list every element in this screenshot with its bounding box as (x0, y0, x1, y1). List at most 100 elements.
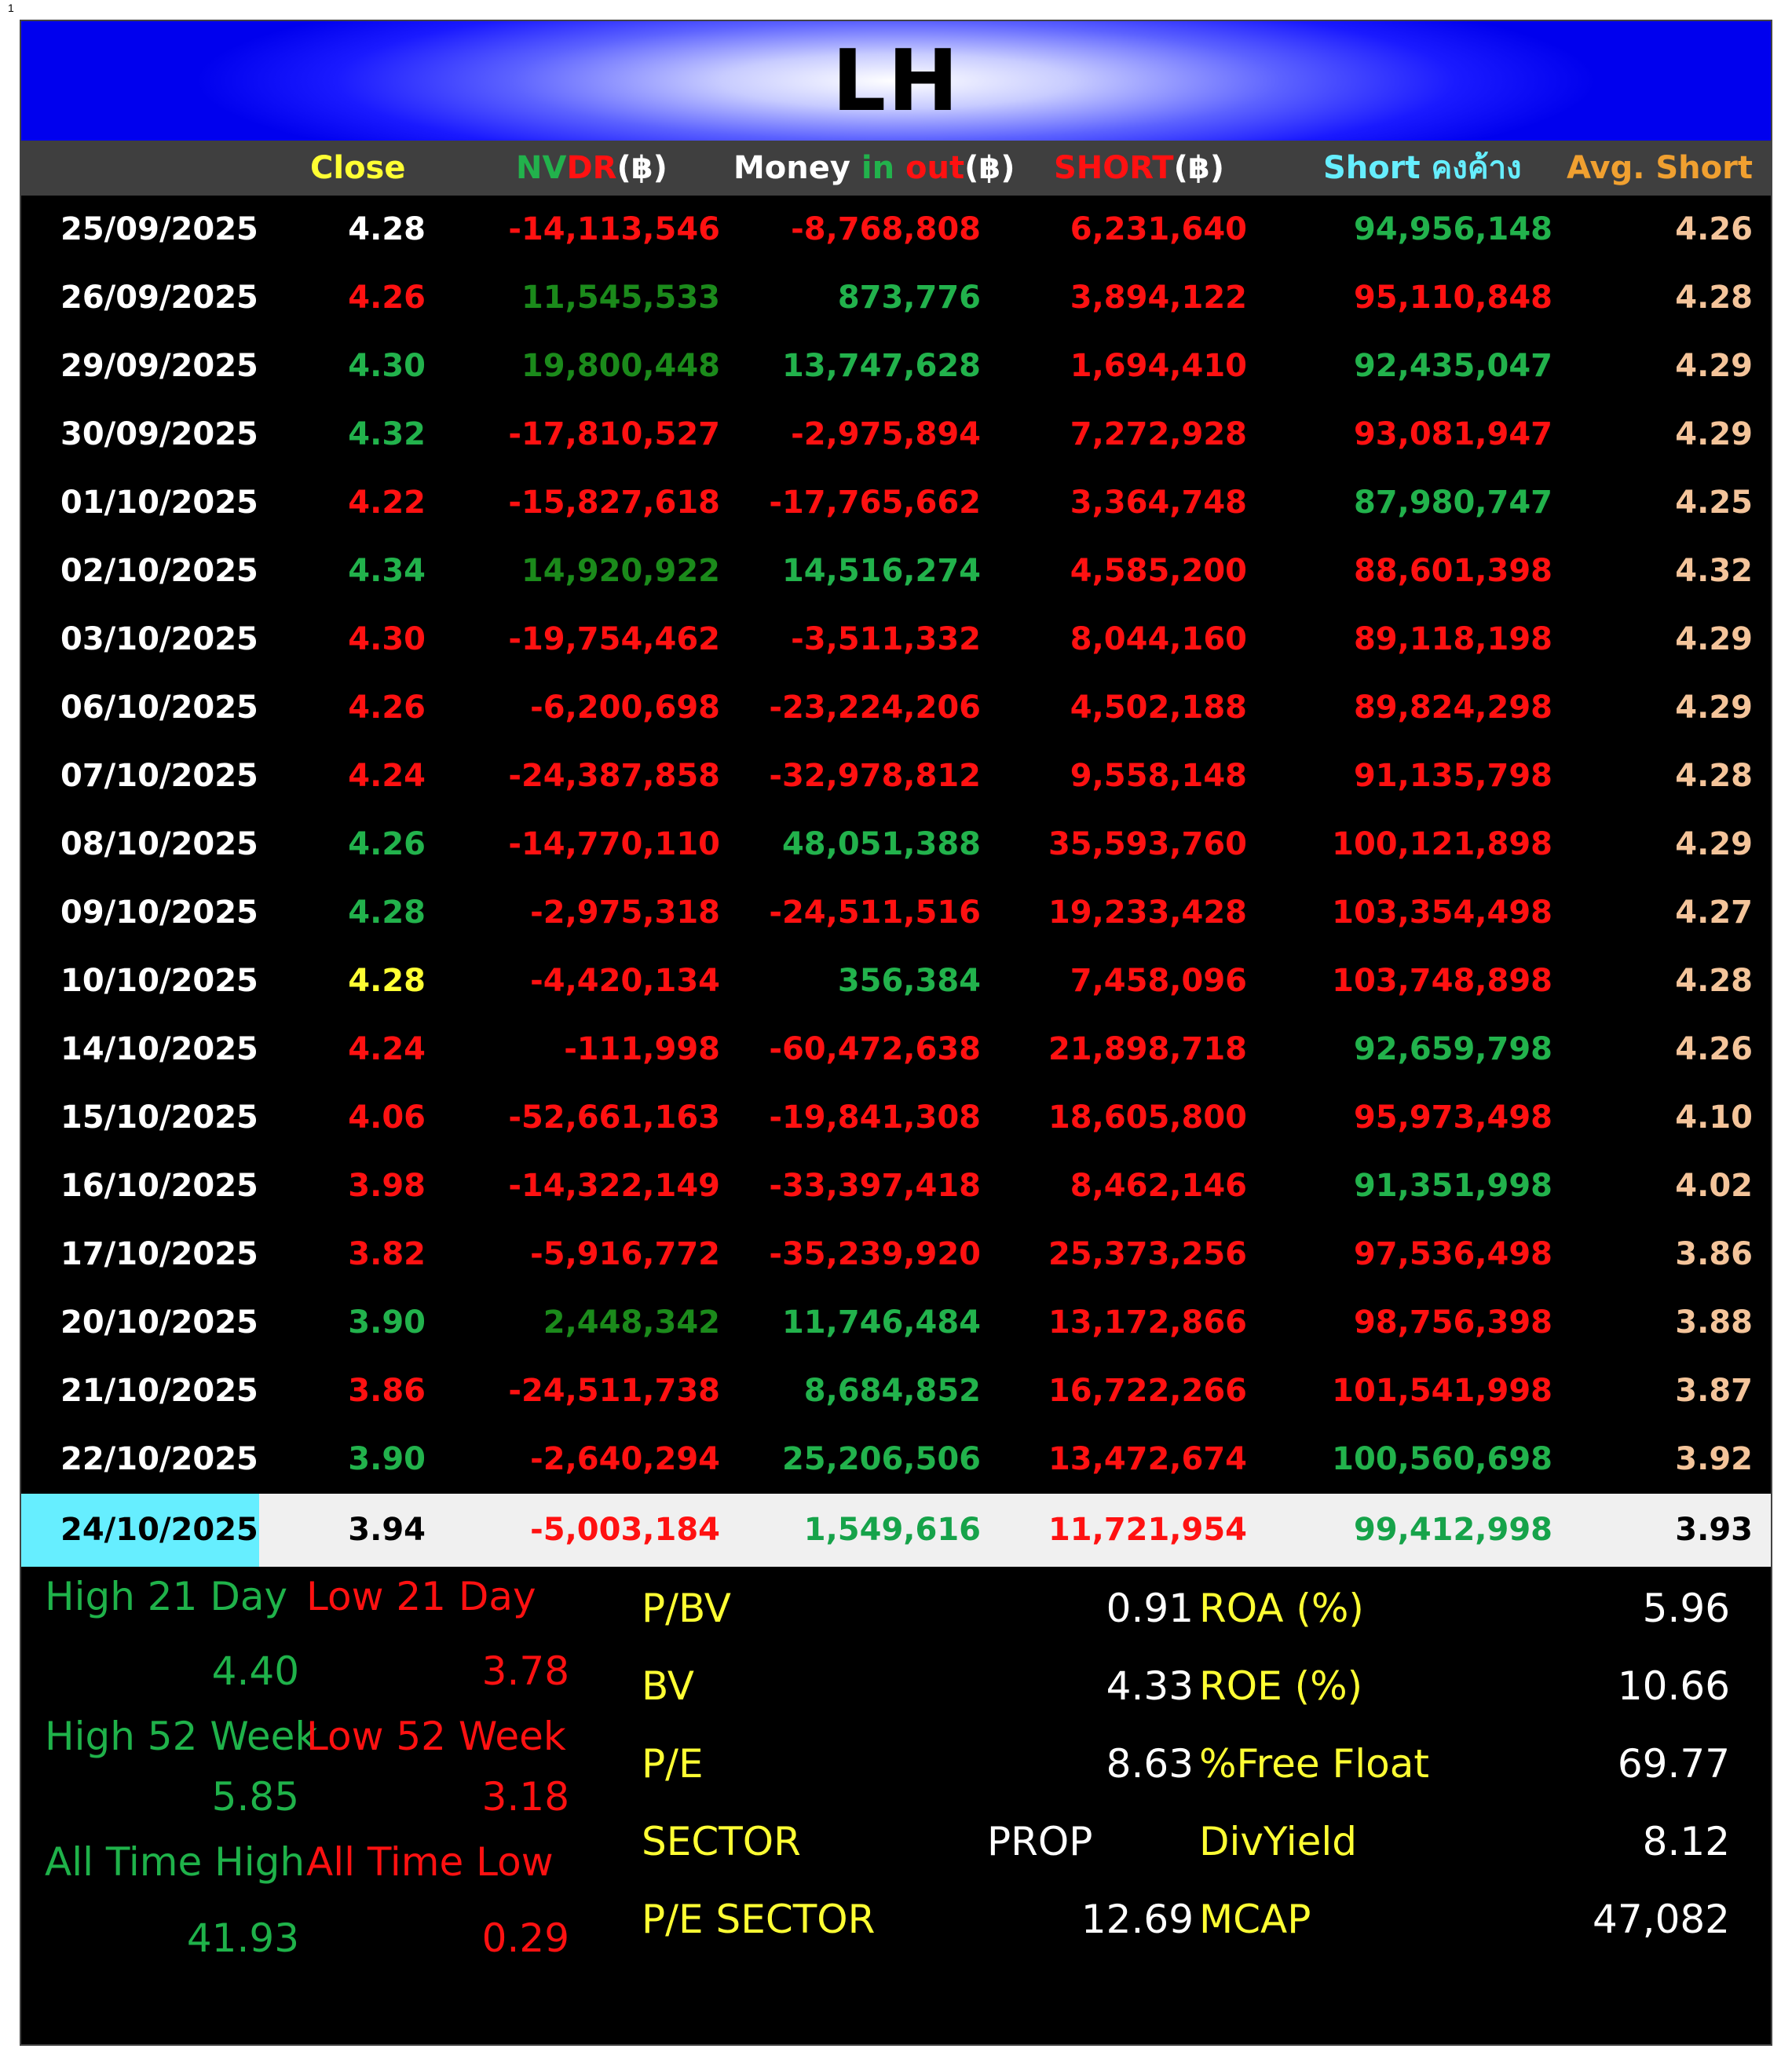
header-outstanding-part: คงค้าง (1431, 150, 1522, 186)
short-outstanding-cell: 94,956,148 (1353, 211, 1552, 247)
header-nvdr: NVDR(฿) (516, 141, 667, 196)
avg-short-cell: 3.93 (1675, 1512, 1753, 1548)
high21-value: 4.40 (211, 1648, 299, 1694)
stat-value: 12.69 (1081, 1897, 1194, 1942)
table-row: 03/10/2025 4.30 -19,754,462 -3,511,332 8,044… (21, 605, 1771, 674)
close-cell: 3.86 (348, 1373, 426, 1409)
short-cell: 8,044,160 (1070, 621, 1247, 657)
close-cell: 4.28 (348, 963, 426, 999)
avg-short-cell: 4.28 (1675, 963, 1753, 999)
close-cell: 4.30 (348, 348, 426, 384)
short-cell: 6,231,640 (1070, 211, 1247, 247)
low52-value: 3.18 (481, 1774, 569, 1820)
avg-short-cell: 4.02 (1675, 1168, 1753, 1204)
low52-label: Low 52 Week (306, 1714, 566, 1759)
close-cell: 4.24 (348, 758, 426, 794)
header-outstanding: Short คงค้าง (1323, 141, 1522, 196)
date-cell: 09/10/2025 (60, 894, 258, 931)
short-outstanding-cell: 87,980,747 (1353, 485, 1552, 521)
table-row: 07/10/2025 4.24 -24,387,858 -32,978,812 9,55… (21, 742, 1771, 810)
date-cell: 08/10/2025 (60, 826, 258, 862)
stat-label: SECTOR (642, 1819, 801, 1864)
stat-value: PROP (987, 1819, 1093, 1864)
stat-label: P/E (642, 1741, 704, 1787)
money-flow-cell: -33,397,418 (769, 1168, 981, 1204)
avg-short-cell: 4.32 (1675, 553, 1753, 589)
table-row: 17/10/2025 3.82 -5,916,772 -35,239,920 25,37… (21, 1220, 1771, 1289)
date-cell: 25/09/2025 (60, 211, 258, 247)
short-cell: 7,458,096 (1070, 963, 1247, 999)
money-flow-cell: 873,776 (837, 280, 981, 316)
header-money-part: in (861, 150, 906, 186)
date-cell: 07/10/2025 (60, 758, 258, 794)
nvdr-cell: 14,920,922 (521, 553, 720, 589)
money-flow-cell: 1,549,616 (803, 1512, 981, 1548)
short-cell: 8,462,146 (1070, 1168, 1247, 1204)
stat-label: DivYield (1199, 1819, 1358, 1864)
money-flow-cell: 48,051,388 (781, 826, 981, 862)
nvdr-cell: -14,770,110 (508, 826, 720, 862)
stat-value: 4.33 (1106, 1663, 1194, 1709)
date-cell: 10/10/2025 (60, 963, 258, 999)
nvdr-cell: -2,640,294 (530, 1441, 720, 1477)
short-cell: 4,502,188 (1070, 690, 1247, 726)
title-banner: LH (21, 21, 1771, 141)
ath-value: 41.93 (186, 1915, 299, 1961)
short-outstanding-cell: 89,824,298 (1353, 690, 1552, 726)
nvdr-cell: -17,810,527 (508, 416, 720, 452)
stat-value: 8.63 (1106, 1741, 1194, 1787)
table-row: 21/10/2025 3.86 -24,511,738 8,684,852 16,722… (21, 1357, 1771, 1425)
short-outstanding-cell: 103,748,898 (1332, 963, 1552, 999)
close-cell: 4.28 (348, 211, 426, 247)
avg-short-cell: 4.29 (1675, 826, 1753, 862)
nvdr-cell: -5,003,184 (530, 1512, 720, 1548)
date-cell: 22/10/2025 (60, 1441, 258, 1477)
short-cell: 9,558,148 (1070, 758, 1247, 794)
nvdr-cell: -111,998 (564, 1031, 720, 1067)
table-row: 30/09/2025 4.32 -17,810,527 -2,975,894 7,272… (21, 401, 1771, 469)
short-cell: 3,364,748 (1070, 485, 1247, 521)
stat-value: 47,082 (1593, 1897, 1730, 1942)
money-flow-cell: -2,975,894 (791, 416, 981, 452)
table-row: 24/10/2025 3.94 -5,003,184 1,549,616 11,721,… (21, 1494, 1771, 1567)
header-money-part: out (905, 150, 965, 186)
date-cell: 26/09/2025 (60, 280, 258, 316)
high21-label: High 21 Day (45, 1574, 288, 1619)
close-cell: 3.90 (348, 1441, 426, 1477)
short-cell: 16,722,266 (1048, 1373, 1247, 1409)
stock-summary-panel: LH Close NVDR(฿) Money in out(฿) SHORT(฿… (20, 20, 1772, 2046)
high52-label: High 52 Week (45, 1714, 318, 1759)
money-flow-cell: 25,206,506 (781, 1441, 981, 1477)
avg-short-cell: 3.86 (1675, 1236, 1753, 1272)
header-nvdr-part: DR (566, 150, 617, 186)
money-flow-cell: -8,768,808 (791, 211, 981, 247)
short-cell: 13,472,674 (1048, 1441, 1247, 1477)
avg-short-cell: 4.26 (1675, 211, 1753, 247)
table-row: 01/10/2025 4.22 -15,827,618 -17,765,662 3,36… (21, 469, 1771, 537)
atl-label: All Time Low (306, 1839, 554, 1885)
close-cell: 4.24 (348, 1031, 426, 1067)
table-header: Close NVDR(฿) Money in out(฿) SHORT(฿) S… (21, 141, 1771, 196)
close-cell: 4.26 (348, 826, 426, 862)
date-cell: 02/10/2025 (60, 553, 258, 589)
nvdr-cell: -14,322,149 (508, 1168, 720, 1204)
money-flow-cell: -24,511,516 (769, 894, 981, 931)
money-flow-cell: 14,516,274 (781, 553, 981, 589)
stat-label: BV (642, 1663, 694, 1709)
date-cell: 14/10/2025 (60, 1031, 258, 1067)
money-flow-cell: 356,384 (837, 963, 981, 999)
table-row: 08/10/2025 4.26 -14,770,110 48,051,388 35,59… (21, 810, 1771, 879)
avg-short-cell: 4.29 (1675, 690, 1753, 726)
short-cell: 3,894,122 (1070, 280, 1247, 316)
money-flow-cell: -60,472,638 (769, 1031, 981, 1067)
stat-label: ROE (%) (1199, 1663, 1363, 1709)
short-cell: 7,272,928 (1070, 416, 1247, 452)
short-cell: 1,694,410 (1070, 348, 1247, 384)
stat-value: 69.77 (1617, 1741, 1730, 1787)
date-cell: 17/10/2025 (60, 1236, 258, 1272)
header-close: Close (310, 150, 406, 186)
money-flow-cell: -35,239,920 (769, 1236, 981, 1272)
table-row: 25/09/2025 4.28 -14,113,546 -8,768,808 6,231… (21, 196, 1771, 264)
money-flow-cell: -3,511,332 (791, 621, 981, 657)
stat-value: 8.12 (1642, 1819, 1730, 1864)
